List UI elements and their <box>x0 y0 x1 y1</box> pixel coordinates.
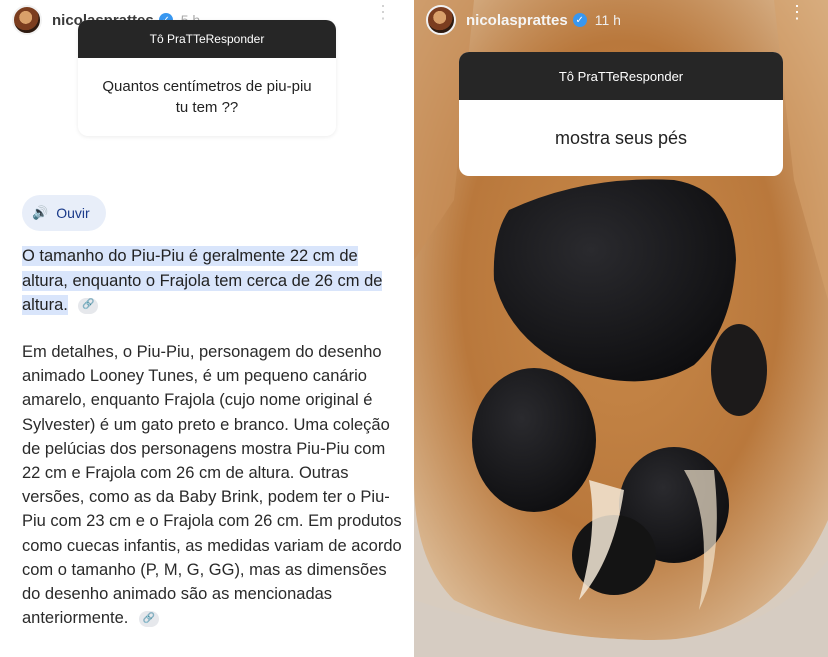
post-time: 11 h <box>594 12 621 28</box>
question-sticker-text: mostra seus pés <box>554 127 688 148</box>
right-story: nicolasprattes ✓ 11 h ⋮ Tô PraTTeRespond… <box>414 0 828 657</box>
avatar[interactable] <box>426 5 456 35</box>
answer-summary: O tamanho do Piu-Piu é geralmente 22 cm … <box>22 244 388 318</box>
question-sticker-text: Quantos centímetros de piu-piu tu tem ?? <box>102 78 312 116</box>
more-vertical-icon[interactable]: ⋮ <box>374 3 392 21</box>
question-sticker[interactable]: Tô PraTTeResponder Quantos centímetros d… <box>78 20 336 136</box>
avatar[interactable] <box>12 5 42 35</box>
question-sticker-header: Tô PraTTeResponder <box>78 20 336 58</box>
username[interactable]: nicolasprattes <box>466 12 568 29</box>
answer-period: . <box>63 295 68 315</box>
question-sticker-header: Tô PraTTeResponder <box>459 52 783 100</box>
answer-details-text: Em detalhes, o Piu-Piu, personagem do de… <box>22 343 402 628</box>
answer-highlight: O tamanho do Piu-Piu é geralmente 22 cm … <box>22 246 383 315</box>
answer-details: Em detalhes, o Piu-Piu, personagem do de… <box>22 340 402 630</box>
listen-label: Ouvir <box>56 205 90 221</box>
listen-button[interactable]: 🔊 Ouvir <box>22 195 106 231</box>
story-header: nicolasprattes ✓ 11 h ⋮ <box>414 0 828 40</box>
verified-badge-icon: ✓ <box>572 13 587 27</box>
left-story: nicolasprattes ✓ 5 h ⋮ Tô PraTTeResponde… <box>0 0 414 657</box>
link-icon[interactable]: 🔗 <box>78 297 99 314</box>
speaker-icon: 🔊 <box>32 205 49 220</box>
question-sticker[interactable]: Tô PraTTeResponder mostra seus pés <box>459 52 783 176</box>
more-vertical-icon[interactable]: ⋮ <box>788 3 806 21</box>
link-icon[interactable]: 🔗 <box>138 610 159 627</box>
